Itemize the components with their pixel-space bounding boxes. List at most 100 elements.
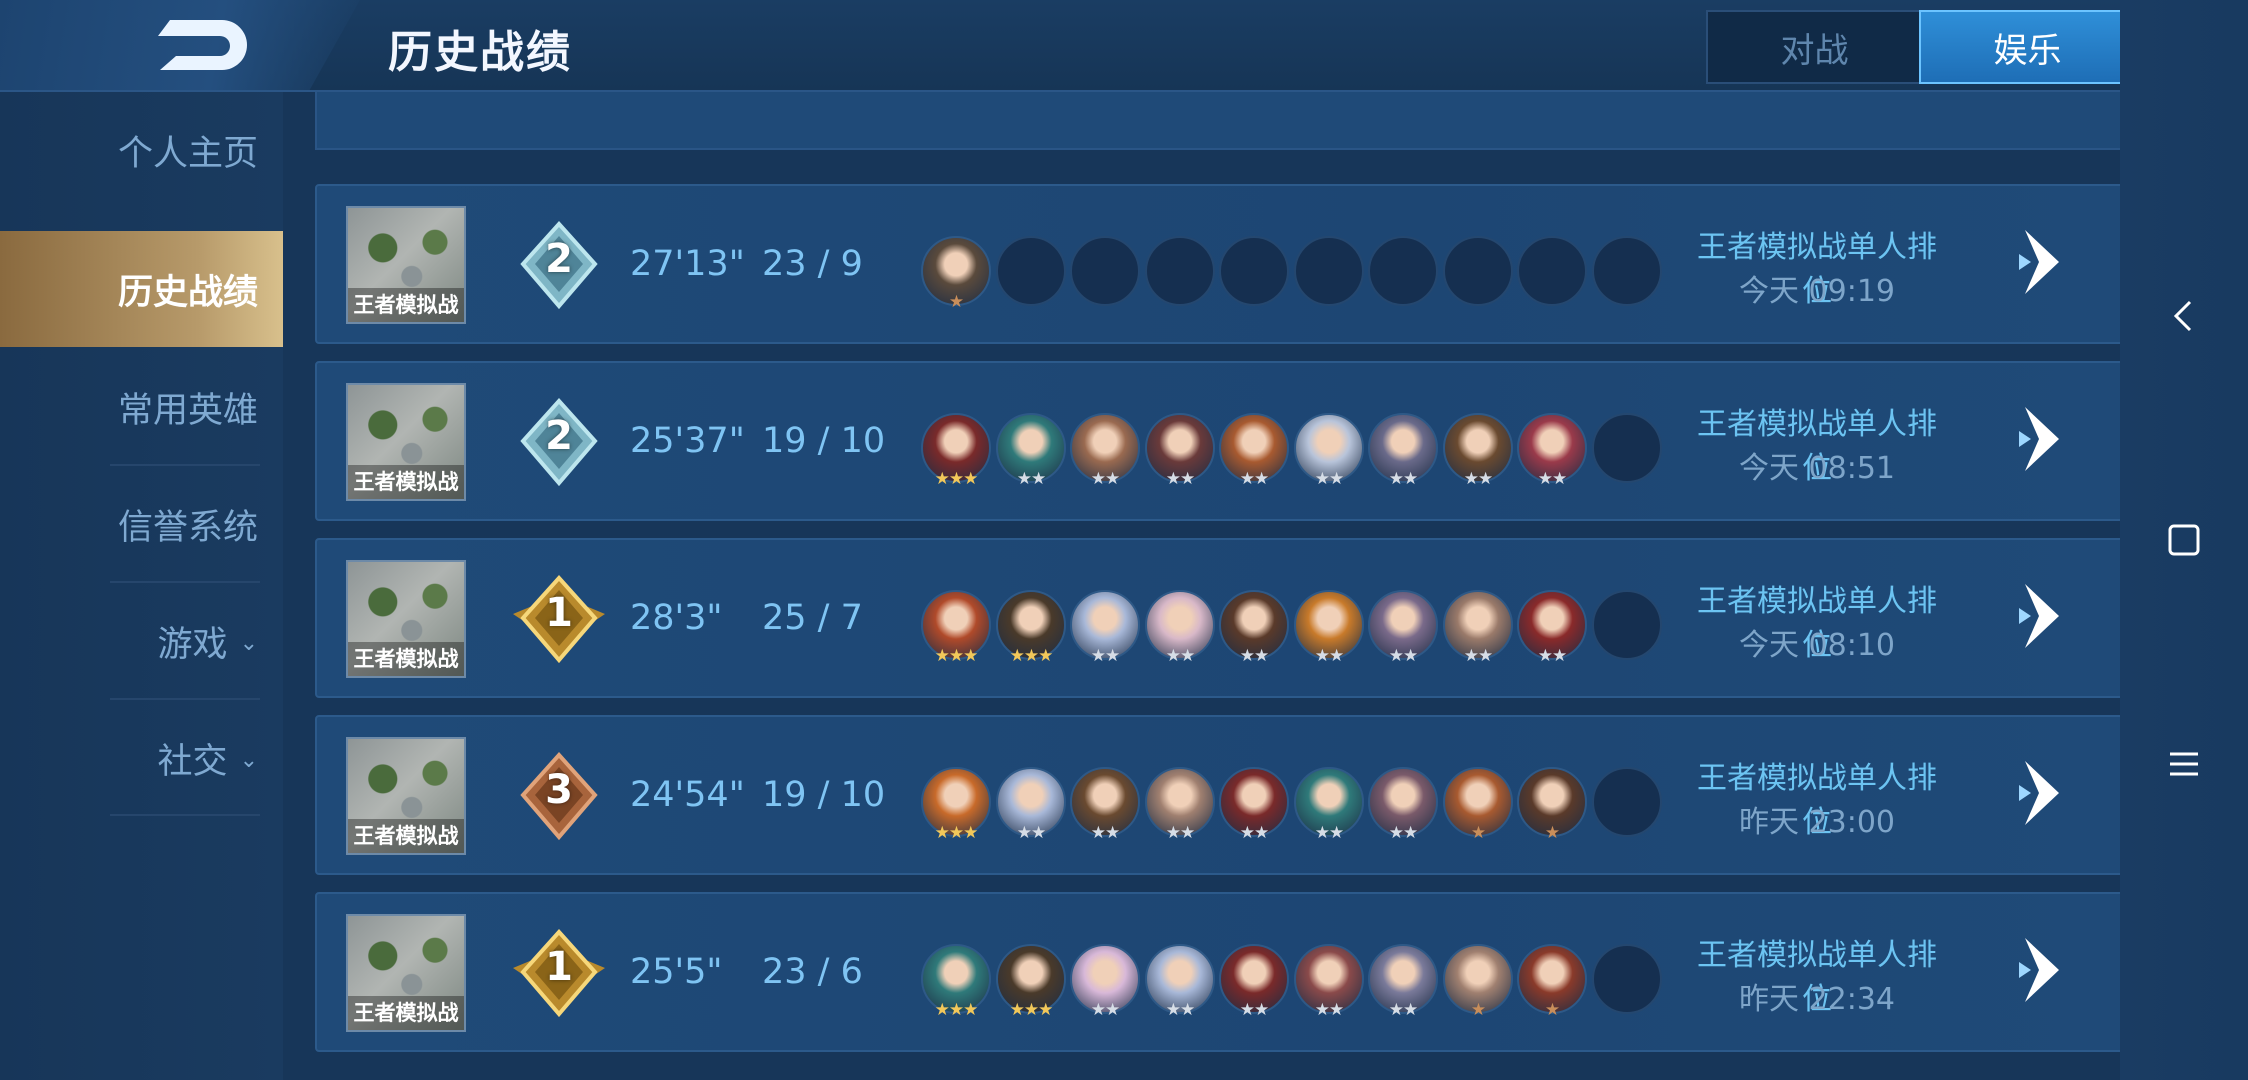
sidebar-item-label: 个人主页 bbox=[117, 133, 258, 174]
hero-slot-empty bbox=[1443, 236, 1513, 306]
hero-stars: ★ bbox=[1544, 823, 1560, 843]
match-row[interactable]: 王者模拟战 1 25'5" 23 / 6 ★★★ ★★★ ★★ ★★ ★★ ★★… bbox=[315, 892, 2129, 1052]
hero-slot[interactable]: ★★ bbox=[1368, 590, 1438, 666]
hero-slot-empty bbox=[996, 236, 1066, 306]
kill-death: 23 / 6 bbox=[762, 952, 863, 992]
rank-badge: 1 bbox=[507, 928, 611, 1020]
hero-slot[interactable]: ★★ bbox=[1443, 590, 1513, 666]
hero-slot[interactable]: ★★ bbox=[1443, 413, 1513, 489]
hero-stars: ★★ bbox=[1388, 823, 1418, 843]
hero-slot[interactable]: ★★ bbox=[1368, 413, 1438, 489]
hero-stars: ★★ bbox=[1314, 823, 1344, 843]
hero-avatar-empty bbox=[1443, 236, 1513, 306]
hero-slot[interactable]: ★★ bbox=[1368, 944, 1438, 1020]
hero-slot[interactable]: ★ bbox=[1517, 944, 1587, 1020]
tab-battle[interactable]: 对战 bbox=[1708, 12, 1921, 82]
android-menu-icon[interactable] bbox=[2152, 732, 2216, 796]
hero-stars: ★★ bbox=[1165, 823, 1195, 843]
hero-slot[interactable]: ★★ bbox=[1070, 944, 1140, 1020]
sidebar-item-social[interactable]: 社交 ⌄ bbox=[0, 700, 283, 816]
hero-slot[interactable]: ★★ bbox=[1070, 413, 1140, 489]
rank-badge: 2 bbox=[507, 220, 611, 312]
match-time: 今天 08:51 bbox=[1739, 451, 1895, 486]
hero-slot[interactable]: ★★ bbox=[1294, 767, 1364, 843]
hero-slot[interactable]: ★★★ bbox=[921, 590, 991, 666]
hero-slot[interactable]: ★ bbox=[1443, 767, 1513, 843]
hero-slot[interactable]: ★★ bbox=[1145, 944, 1215, 1020]
hero-slot[interactable]: ★ bbox=[1517, 767, 1587, 843]
hero-slot[interactable]: ★★★ bbox=[996, 590, 1066, 666]
chevron-right-icon[interactable] bbox=[2017, 580, 2077, 652]
hero-slot-empty bbox=[1517, 236, 1587, 306]
hero-slot[interactable]: ★★ bbox=[1219, 590, 1289, 666]
hero-avatar-empty bbox=[1145, 236, 1215, 306]
hero-slot-empty bbox=[1592, 944, 1662, 1014]
hero-slot[interactable]: ★★ bbox=[1219, 413, 1289, 489]
match-time: 今天 09:19 bbox=[1739, 274, 1895, 309]
hero-stars: ★★ bbox=[1388, 1000, 1418, 1020]
chevron-right-icon[interactable] bbox=[2017, 934, 2077, 1006]
hero-slot[interactable]: ★★ bbox=[1368, 767, 1438, 843]
hero-avatar-empty bbox=[1592, 413, 1662, 483]
hero-stars: ★★ bbox=[1165, 646, 1195, 666]
sidebar-item-label: 信誉系统 bbox=[117, 507, 258, 548]
hero-avatar-empty bbox=[1517, 236, 1587, 306]
hero-slot[interactable]: ★★ bbox=[996, 767, 1066, 843]
kill-death: 19 / 10 bbox=[762, 775, 886, 815]
match-duration: 25'5" bbox=[630, 952, 723, 992]
hero-slot[interactable]: ★★ bbox=[1517, 413, 1587, 489]
android-home-icon[interactable] bbox=[2152, 508, 2216, 572]
hero-slot[interactable]: ★★ bbox=[1294, 590, 1364, 666]
hero-slot[interactable]: ★★ bbox=[1070, 590, 1140, 666]
android-back-icon[interactable] bbox=[2152, 284, 2216, 348]
hero-stars: ★★ bbox=[1463, 469, 1493, 489]
hero-stars: ★★ bbox=[1314, 1000, 1344, 1020]
hero-stars: ★★ bbox=[1537, 469, 1567, 489]
hero-slot[interactable]: ★★ bbox=[1145, 590, 1215, 666]
hero-slot[interactable]: ★★ bbox=[1070, 767, 1140, 843]
hero-slot-empty bbox=[1368, 236, 1438, 306]
hero-slot[interactable]: ★★ bbox=[1294, 413, 1364, 489]
hero-slot[interactable]: ★★★ bbox=[921, 413, 991, 489]
hero-slot[interactable]: ★★ bbox=[996, 413, 1066, 489]
page-title: 历史战绩 bbox=[388, 27, 572, 78]
match-row[interactable]: 王者模拟战 2 27'13" 23 / 9 ★ 王者模拟战单人排位 今天 09:… bbox=[315, 184, 2129, 344]
hero-slot[interactable]: ★★ bbox=[1145, 767, 1215, 843]
sidebar-item-heroes[interactable]: 常用英雄 bbox=[0, 349, 283, 465]
hero-slot[interactable]: ★★ bbox=[1145, 413, 1215, 489]
kill-death: 23 / 9 bbox=[762, 244, 863, 284]
match-row[interactable]: 王者模拟战 1 28'3" 25 / 7 ★★★ ★★★ ★★ ★★ ★★ ★★… bbox=[315, 538, 2129, 698]
sidebar-item-credit[interactable]: 信誉系统 bbox=[0, 466, 283, 582]
hero-stars: ★ bbox=[948, 292, 964, 312]
hero-slot[interactable]: ★★★ bbox=[921, 944, 991, 1020]
sidebar-item-profile[interactable]: 个人主页 bbox=[0, 92, 283, 208]
match-row[interactable]: 王者模拟战 2 25'37" 19 / 10 ★★★ ★★ ★★ ★★ ★★ ★… bbox=[315, 361, 2129, 521]
match-row[interactable]: 王者模拟战 3 24'54" 19 / 10 ★★★ ★★ ★★ ★★ ★★ ★… bbox=[315, 715, 2129, 875]
hero-slot[interactable]: ★ bbox=[1443, 944, 1513, 1020]
hero-slot[interactable]: ★★ bbox=[1294, 944, 1364, 1020]
hero-slot[interactable]: ★★★ bbox=[996, 944, 1066, 1020]
sidebar: 个人主页 历史战绩 常用英雄 信誉系统 游戏 ⌄ 社交 ⌄ bbox=[0, 92, 283, 1080]
back-arrow-icon[interactable] bbox=[150, 14, 250, 76]
rank-number: 1 bbox=[545, 590, 573, 636]
hero-slot[interactable]: ★★ bbox=[1219, 944, 1289, 1020]
hero-stars: ★★ bbox=[1090, 1000, 1120, 1020]
chevron-right-icon[interactable] bbox=[2017, 226, 2077, 298]
hero-stars: ★★ bbox=[1016, 469, 1046, 489]
hero-stars: ★★★ bbox=[934, 823, 979, 843]
sidebar-item-history[interactable]: 历史战绩 bbox=[0, 231, 283, 347]
match-time: 昨天 23:00 bbox=[1739, 805, 1895, 840]
hero-slot[interactable]: ★★★ bbox=[921, 767, 991, 843]
hero-slot[interactable]: ★★ bbox=[1517, 590, 1587, 666]
hero-stars: ★★ bbox=[1239, 646, 1269, 666]
hero-slot[interactable]: ★★ bbox=[1219, 767, 1289, 843]
hero-slot[interactable]: ★ bbox=[921, 236, 991, 312]
tab-entertainment[interactable]: 娱乐 bbox=[1919, 10, 2136, 84]
chevron-right-icon[interactable] bbox=[2017, 757, 2077, 829]
hero-slot-empty bbox=[1592, 236, 1662, 306]
sidebar-item-game[interactable]: 游戏 ⌄ bbox=[0, 583, 283, 699]
mode-thumbnail: 王者模拟战 bbox=[346, 737, 466, 855]
match-history-list[interactable]: 王者模拟战 2 27'13" 23 / 9 ★ 王者模拟战单人排位 今天 09:… bbox=[315, 92, 2129, 1080]
hero-avatar-empty bbox=[1592, 590, 1662, 660]
chevron-right-icon[interactable] bbox=[2017, 403, 2077, 475]
